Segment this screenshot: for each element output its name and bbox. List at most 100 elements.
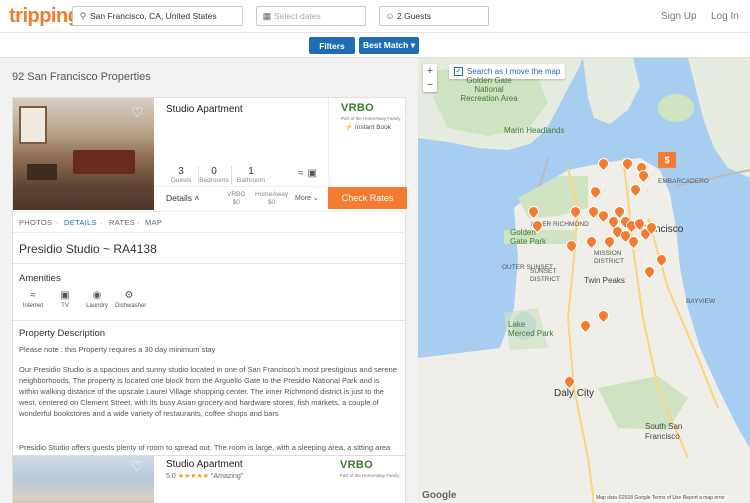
map-label-twin-peaks: Twin Peaks	[584, 276, 625, 285]
checkbox-checked-icon[interactable]: ✓	[454, 67, 463, 76]
tab-rates[interactable]: RATES	[109, 218, 135, 227]
check-rates-button[interactable]: Check Rates	[328, 187, 407, 209]
price-homeaway: HomeAway $0	[255, 191, 288, 207]
map-label-bayview: BAYVIEW	[686, 298, 716, 305]
amenities-list: ≈ Internet ▣ TV ◉ Laundry ⚙ Dishwasher	[19, 290, 147, 309]
location-value: San Francisco, CA, United States	[90, 11, 217, 21]
mini-amenity-icons: ≈▣	[298, 168, 321, 179]
map-label-embarcadero: EMBARCADERO	[658, 178, 709, 185]
washer-icon: ◉	[92, 290, 102, 301]
listing-title[interactable]: Studio Apartment	[166, 104, 243, 115]
listing-title[interactable]: Studio Apartment	[166, 459, 243, 470]
amenity-label: Laundry	[86, 303, 108, 309]
stat-label: Bedrooms	[199, 177, 229, 184]
amenities-heading: Amenities	[19, 273, 61, 284]
listing-card: ♡ Studio Apartment 3 Guests 0 Bedrooms 1…	[12, 97, 407, 468]
amenity-dishwasher: ⚙ Dishwasher	[115, 290, 147, 309]
map-label-daly-city: Daly City	[554, 388, 595, 399]
google-logo: Google	[422, 490, 457, 501]
dates-input[interactable]: ▦ Select dates	[256, 6, 366, 26]
vrbo-logo: VRBO	[341, 102, 374, 114]
east-land	[688, 58, 750, 178]
sort-dropdown[interactable]: Best Match ▾	[359, 37, 419, 54]
tripping-logo[interactable]: tripping	[9, 5, 80, 28]
detail-tabs: PHOTOS · DETAILS · RATES · MAP	[13, 211, 407, 233]
search-icon: ⚲	[79, 10, 87, 21]
price-value: $0	[267, 199, 276, 206]
guests-select[interactable]: ☺ 2 Guests	[379, 6, 489, 26]
map-label-marin: Marin Headlands	[504, 126, 565, 135]
rating-row: 5.0 ★★★★★ "Amazing"	[166, 472, 243, 480]
stat-value: 0	[211, 166, 217, 177]
map-attribution[interactable]: Map data ©2018 Google Terms of Use Repor…	[594, 495, 727, 501]
map-label-mission: MISSION DISTRICT	[594, 250, 624, 265]
wifi-icon: ≈	[30, 290, 36, 301]
photo-table	[27, 164, 57, 180]
favorite-heart-icon[interactable]: ♡	[131, 104, 144, 121]
stat-bedrooms: 0 Bedrooms	[199, 166, 232, 184]
map-label-sunset-district: SUNSET DISTRICT	[530, 268, 560, 283]
tab-separator: ·	[137, 218, 140, 227]
vrbo-logo: VRBO	[340, 459, 373, 471]
tab-details[interactable]: DETAILS	[64, 218, 97, 227]
person-icon: ☺	[385, 11, 395, 21]
stat-guests: 3 Guests	[166, 166, 199, 184]
more-prices-button[interactable]: More ⌄	[295, 194, 319, 202]
map-label-nra: Golden Gate National Recreation Area	[460, 76, 518, 103]
favorite-heart-icon[interactable]: ♡	[131, 458, 144, 475]
tab-separator: ·	[56, 218, 59, 227]
stat-label: Bathroom	[236, 177, 266, 184]
location-search-input[interactable]: ⚲ San Francisco, CA, United States	[72, 6, 243, 26]
zoom-control: + −	[423, 64, 437, 92]
filter-bar: Filters Best Match ▾	[0, 33, 750, 58]
review-quote: "Amazing"	[211, 473, 244, 480]
lightning-icon: ⚡	[345, 124, 354, 131]
provider-sub: Part of the HomeAway Family	[340, 473, 400, 478]
map-label-lake-merced: Lake Merced Park	[508, 320, 554, 338]
amenity-label: Dishwasher	[115, 303, 147, 309]
instant-book-label: ⚡ Instant Book	[345, 123, 391, 131]
zoom-out-button[interactable]: −	[423, 78, 437, 92]
guests-value: 2 Guests	[397, 11, 432, 21]
price-marker[interactable]: $	[658, 152, 676, 168]
zoom-in-button[interactable]: +	[423, 64, 437, 78]
sign-up-link[interactable]: Sign Up	[661, 11, 697, 22]
divider	[13, 263, 407, 264]
map-label-golden-gate-park: Golden Gate Park	[510, 228, 547, 246]
tab-photos[interactable]: PHOTOS	[19, 218, 52, 227]
golden-gate-bridge	[539, 157, 549, 187]
tab-separator: ·	[100, 218, 103, 227]
details-toggle[interactable]: Details ˄	[166, 193, 199, 203]
map-panel[interactable]: + − ✓ Search as I move the map Golden Ga…	[418, 58, 750, 503]
price-value: $0	[232, 199, 240, 206]
property-title: Presidio Studio ~ RA4138	[19, 242, 157, 256]
provider-sub: Part of the HomeAway Family	[341, 116, 401, 121]
star-rating-icon: ★★★★★	[177, 473, 210, 480]
search-move-label: Search as I move the map	[467, 67, 561, 76]
listing-stats: 3 Guests 0 Bedrooms 1 Bathroom	[166, 166, 272, 184]
minimum-stay-note: Please note : this Property requires a 3…	[19, 345, 216, 354]
log-in-link[interactable]: Log In	[711, 11, 739, 22]
amenity-label: TV	[61, 303, 69, 309]
instant-book-text: Instant Book	[354, 124, 392, 131]
stat-bathroom: 1 Bathroom	[232, 166, 272, 184]
amenity-label: Internet	[22, 303, 44, 309]
description-paragraph: Our Presidio Studio is a spacious and su…	[19, 365, 397, 418]
tab-map[interactable]: MAP	[145, 218, 162, 227]
stat-label: Guests	[170, 177, 192, 184]
results-panel: 92 San Francisco Properties ♡ Studio Apa…	[0, 58, 418, 503]
calendar-icon: ▦	[262, 10, 272, 21]
divider	[154, 186, 328, 187]
provider-box: VRBO Part of the HomeAway Family ⚡ Insta…	[328, 98, 407, 187]
filters-button[interactable]: Filters	[309, 37, 355, 54]
top-header: tripping ⚲ San Francisco, CA, United Sta…	[0, 0, 750, 33]
angel-island	[658, 94, 694, 122]
dates-placeholder: Select dates	[274, 11, 321, 21]
tv-icon: ▣	[307, 168, 321, 179]
rating-value: 5.0	[166, 473, 176, 480]
price-vrbo: VRBO $0	[227, 191, 245, 207]
stat-value: 1	[248, 166, 254, 177]
photo-bed	[73, 150, 135, 174]
stat-value: 3	[178, 166, 184, 177]
amenity-internet: ≈ Internet	[19, 290, 47, 309]
